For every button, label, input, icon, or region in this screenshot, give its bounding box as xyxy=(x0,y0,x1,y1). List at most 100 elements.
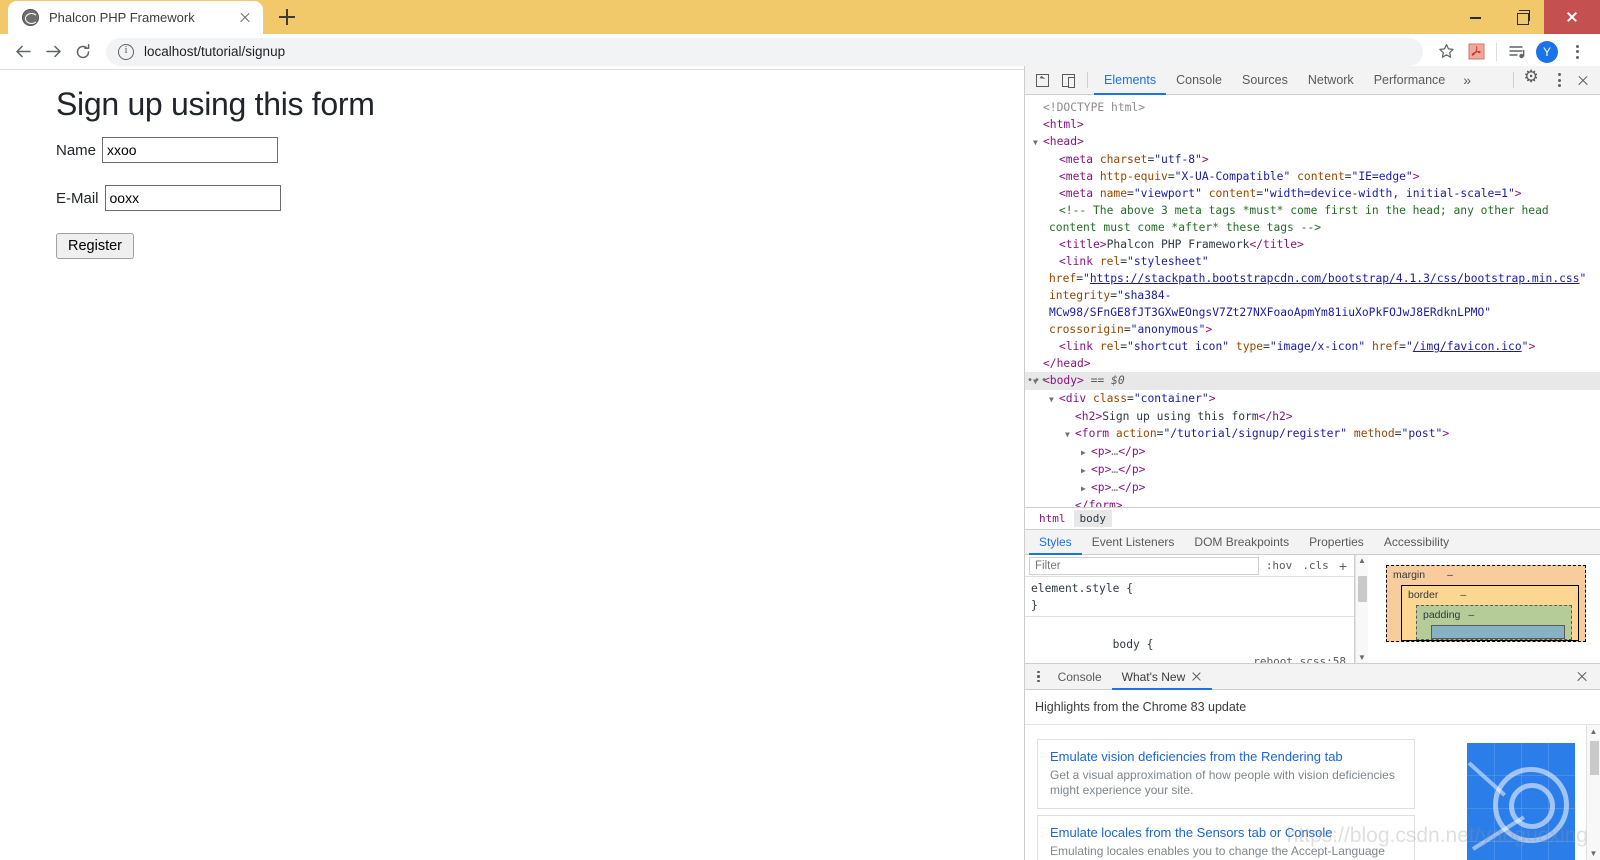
box-model-padding[interactable]: padding – xyxy=(1416,605,1572,640)
rule-body-source-link[interactable]: reboot.scss:58 xyxy=(1253,653,1346,663)
tab-event-listeners[interactable]: Event Listeners xyxy=(1082,529,1185,555)
dom-node[interactable]: </form> xyxy=(1025,497,1600,507)
list-item[interactable]: Emulate locales from the Sensors tab or … xyxy=(1037,815,1415,860)
gear-icon[interactable] xyxy=(1520,67,1546,93)
drawer-tabbar: Console What's New xyxy=(1025,664,1600,690)
dom-node[interactable]: <meta charset="utf-8"> xyxy=(1025,151,1600,168)
dom-node[interactable]: <div class="container"> xyxy=(1025,390,1600,408)
reload-icon[interactable] xyxy=(68,37,98,67)
address-bar[interactable]: localhost/tutorial/signup xyxy=(106,37,1423,66)
dom-node[interactable]: <meta name="viewport" content="width=dev… xyxy=(1025,185,1600,202)
box-model-border[interactable]: border – padding – xyxy=(1401,585,1579,641)
tab-dom-breakpoints[interactable]: DOM Breakpoints xyxy=(1184,529,1299,555)
whats-new-card-title[interactable]: Emulate vision deficiencies from the Ren… xyxy=(1050,749,1402,764)
list-item[interactable]: Emulate vision deficiencies from the Ren… xyxy=(1037,739,1415,809)
name-input[interactable] xyxy=(102,137,279,163)
dom-node[interactable]: <head> xyxy=(1025,133,1600,151)
dom-node[interactable]: <meta http-equiv="X-UA-Compatible" conte… xyxy=(1025,168,1600,185)
devtools-panel: Elements Console Sources Network Perform… xyxy=(1024,66,1600,860)
register-button[interactable]: Register xyxy=(56,233,134,259)
dom-node[interactable]: <!DOCTYPE html> xyxy=(1025,99,1600,116)
close-window-button[interactable] xyxy=(1544,0,1600,34)
divider xyxy=(1087,72,1088,88)
box-model-border-label: border xyxy=(1408,589,1439,601)
hov-button[interactable]: :hov xyxy=(1261,559,1298,572)
adobe-pdf-icon[interactable] xyxy=(1461,37,1491,67)
dom-node[interactable]: </head> xyxy=(1025,355,1600,372)
styles-filter-input[interactable] xyxy=(1029,556,1259,575)
scroll-up-icon[interactable]: ▲ xyxy=(1358,556,1366,565)
tab-performance[interactable]: Performance xyxy=(1364,66,1456,95)
dom-node[interactable]: •••<body> == $0 xyxy=(1025,372,1600,390)
scroll-up-icon[interactable]: ▲ xyxy=(1590,727,1598,736)
close-icon[interactable] xyxy=(235,8,255,28)
box-model-content[interactable] xyxy=(1431,625,1565,639)
tab-elements[interactable]: Elements xyxy=(1094,66,1166,95)
tab-console[interactable]: Console xyxy=(1166,66,1232,95)
rule-body[interactable]: body { reboot.scss:58 xyxy=(1025,616,1354,663)
dom-node[interactable]: <p>…</p> xyxy=(1025,461,1600,479)
minimize-button[interactable] xyxy=(1452,0,1498,34)
close-devtools-icon[interactable] xyxy=(1572,69,1594,91)
bookmark-star-icon[interactable] xyxy=(1431,37,1461,67)
dom-node[interactable]: <form action="/tutorial/signup/register"… xyxy=(1025,425,1600,443)
tab-title: Phalcon PHP Framework xyxy=(49,10,195,25)
breadcrumb-body[interactable]: body xyxy=(1073,510,1112,527)
rule-body-selector: body { xyxy=(1112,638,1154,651)
rule-element-style[interactable]: element.style { xyxy=(1025,580,1354,597)
close-drawer-icon[interactable] xyxy=(1572,667,1592,687)
cls-button[interactable]: .cls xyxy=(1297,559,1334,572)
device-toolbar-icon[interactable] xyxy=(1055,67,1081,93)
styles-scrollbar[interactable]: ▲ ▼ xyxy=(1355,555,1368,663)
dom-node[interactable]: <link rel="stylesheet" href="https://sta… xyxy=(1025,253,1600,338)
scroll-thumb[interactable] xyxy=(1357,576,1367,602)
email-label: E-Mail xyxy=(56,189,99,207)
media-playlist-icon[interactable] xyxy=(1502,37,1532,67)
dom-node[interactable]: <h2>Sign up using this form</h2> xyxy=(1025,408,1600,425)
form-row-name: Name xyxy=(56,137,1024,163)
drawer-tab-console[interactable]: Console xyxy=(1048,664,1112,690)
dom-node[interactable]: <p>…</p> xyxy=(1025,443,1600,461)
box-model-margin[interactable]: margin – border – padding – xyxy=(1386,565,1586,642)
devtools-menu-icon[interactable] xyxy=(1546,67,1572,93)
dom-node[interactable]: <link rel="shortcut icon" type="image/x-… xyxy=(1025,338,1600,355)
whats-new-card-title[interactable]: Emulate locales from the Sensors tab or … xyxy=(1050,825,1402,840)
maximize-button[interactable] xyxy=(1498,0,1544,34)
new-style-rule-button[interactable]: + xyxy=(1334,558,1352,574)
tab-sources[interactable]: Sources xyxy=(1232,66,1298,95)
close-icon[interactable] xyxy=(1191,671,1202,682)
tab-accessibility[interactable]: Accessibility xyxy=(1374,529,1459,555)
forward-icon[interactable] xyxy=(38,37,68,67)
drawer-tab-whats-new[interactable]: What's New xyxy=(1112,664,1213,690)
window-controls xyxy=(1452,0,1600,34)
tab-styles[interactable]: Styles xyxy=(1029,529,1082,555)
styles-rules-list: element.style { } body { reboot.scss:58 xyxy=(1025,577,1354,663)
browser-menu-icon[interactable] xyxy=(1562,37,1592,67)
devtools-actions xyxy=(1507,67,1600,93)
scroll-thumb[interactable] xyxy=(1589,741,1599,775)
scroll-down-icon[interactable]: ▼ xyxy=(1358,653,1366,662)
back-icon[interactable] xyxy=(8,37,38,67)
drawer-menu-icon[interactable] xyxy=(1029,670,1048,683)
form-row-submit: Register xyxy=(56,233,1024,259)
dom-node[interactable]: <html> xyxy=(1025,116,1600,133)
whats-new-panel: Highlights from the Chrome 83 update Emu… xyxy=(1025,690,1600,860)
avatar[interactable]: Y xyxy=(1532,37,1562,67)
dom-node[interactable]: <title>Phalcon PHP Framework</title> xyxy=(1025,236,1600,253)
breadcrumb-html[interactable]: html xyxy=(1033,510,1072,527)
inspect-element-icon[interactable] xyxy=(1029,67,1055,93)
dom-node[interactable]: <!-- The above 3 meta tags *must* come f… xyxy=(1025,202,1600,236)
browser-tab[interactable]: Phalcon PHP Framework xyxy=(8,1,263,34)
site-info-icon[interactable] xyxy=(118,43,134,60)
whats-new-scrollbar[interactable]: ▲ ▼ xyxy=(1586,725,1600,860)
new-tab-button[interactable] xyxy=(273,3,301,31)
dom-node[interactable]: <p>…</p> xyxy=(1025,479,1600,497)
dom-tree[interactable]: <!DOCTYPE html><html><head><meta charset… xyxy=(1025,95,1600,507)
tab-properties[interactable]: Properties xyxy=(1299,529,1374,555)
more-tabs-icon[interactable]: » xyxy=(1455,72,1479,88)
globe-icon xyxy=(22,9,39,26)
scroll-down-icon[interactable]: ▼ xyxy=(1590,849,1598,858)
kebab-dots xyxy=(1575,44,1579,59)
tab-network[interactable]: Network xyxy=(1298,66,1364,95)
email-input[interactable] xyxy=(104,185,281,211)
